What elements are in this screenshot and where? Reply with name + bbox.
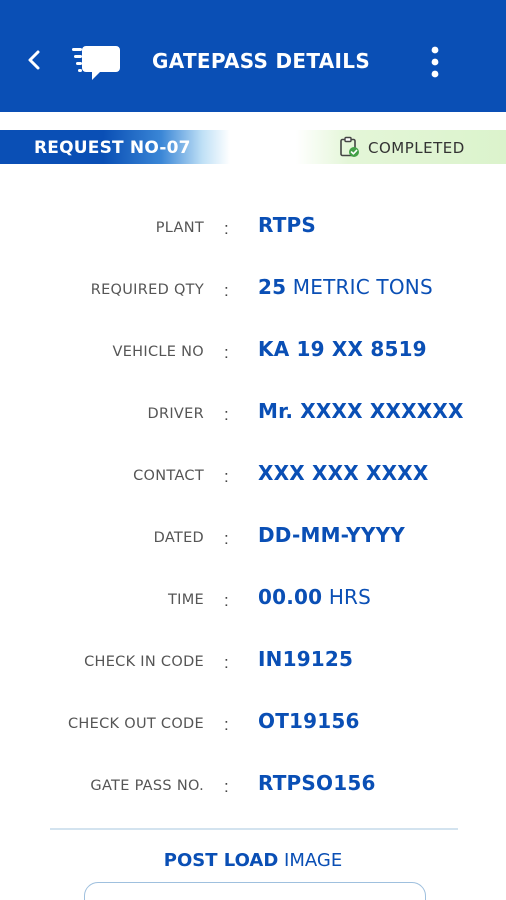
detail-row-vehicle-no: VEHICLE NO : KA 19 XX 8519 <box>0 334 506 374</box>
field-value: Mr. XXXX XXXXXX <box>258 399 464 423</box>
overflow-menu-button[interactable] <box>418 40 452 84</box>
field-value: KA 19 XX 8519 <box>258 337 427 361</box>
field-label: TIME <box>167 592 204 608</box>
detail-row-gate-pass-no: GATE PASS NO. : RTPSO156 <box>0 768 506 808</box>
field-value: RTPS <box>258 213 317 237</box>
field-value: 00.00 HRS <box>258 585 372 609</box>
detail-row-driver: DRIVER : Mr. XXXX XXXXXX <box>0 396 506 436</box>
chevron-left-icon <box>28 50 40 70</box>
separator: : <box>224 715 229 734</box>
field-value: RTPSO156 <box>258 771 376 795</box>
field-label: PLANT <box>155 220 204 236</box>
field-label: CHECK OUT CODE <box>68 716 204 732</box>
field-value: IN19125 <box>258 647 354 671</box>
detail-row-time: TIME : 00.00 HRS <box>0 582 506 622</box>
field-label: DATED <box>153 530 204 546</box>
separator: : <box>224 219 229 238</box>
back-button[interactable] <box>14 40 54 80</box>
clipboard-check-icon <box>340 136 359 157</box>
separator: : <box>224 343 229 362</box>
separator: : <box>224 653 229 672</box>
field-value: OT19156 <box>258 709 360 733</box>
separator: : <box>224 777 229 796</box>
field-value: 25 METRIC TONS <box>258 275 433 299</box>
separator: : <box>224 529 229 548</box>
field-value: XXX XXX XXXX <box>258 461 429 485</box>
detail-row-check-out-code: CHECK OUT CODE : OT19156 <box>0 706 506 746</box>
detail-row-dated: DATED : DD-MM-YYYY <box>0 520 506 560</box>
page-title: GATEPASS DETAILS <box>152 49 371 73</box>
field-label: VEHICLE NO <box>112 344 204 360</box>
post-load-image-heading: POST LOAD IMAGE <box>163 850 343 871</box>
field-value: DD-MM-YYYY <box>258 523 405 547</box>
divider <box>50 828 458 830</box>
status-label: COMPLETED <box>368 139 465 157</box>
separator: : <box>224 591 229 610</box>
detail-row-contact: CONTACT : XXX XXX XXXX <box>0 458 506 498</box>
separator: : <box>224 467 229 486</box>
field-label: CONTACT <box>133 468 204 484</box>
detail-row-required-qty: REQUIRED QTY : 25 METRIC TONS <box>0 272 506 312</box>
separator: : <box>224 405 229 424</box>
detail-row-check-in-code: CHECK IN CODE : IN19125 <box>0 644 506 684</box>
field-label: DRIVER <box>147 406 204 422</box>
chat-list-icon <box>70 42 124 84</box>
app-bar: GATEPASS DETAILS <box>0 0 506 112</box>
status-strip: REQUEST NO-07 COMPLETED <box>0 130 506 164</box>
post-load-image-frame[interactable] <box>84 882 426 900</box>
more-vertical-icon <box>431 46 439 78</box>
field-label: CHECK IN CODE <box>84 654 204 670</box>
field-label: REQUIRED QTY <box>90 282 204 298</box>
separator: : <box>224 281 229 300</box>
request-number-tag: REQUEST NO-07 <box>0 130 230 164</box>
field-label: GATE PASS NO. <box>90 778 204 794</box>
request-number-label: REQUEST NO-07 <box>34 138 191 158</box>
detail-row-plant: PLANT : RTPS <box>0 210 506 250</box>
